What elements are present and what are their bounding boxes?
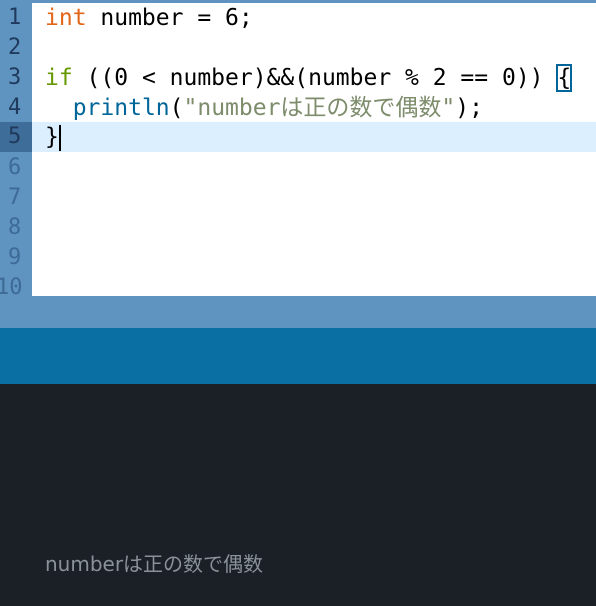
line-number: 8 bbox=[8, 215, 22, 240]
matched-brace: { bbox=[556, 64, 573, 92]
line-number: 2 bbox=[8, 35, 22, 60]
code-line-4[interactable]: println("numberは正の数で偶数"); bbox=[45, 93, 483, 123]
keyword: int bbox=[45, 5, 87, 31]
code-text: ((0 < number)&&(number % 2 == 0)) bbox=[72, 65, 558, 91]
console-output: numberは正の数で偶数 bbox=[45, 552, 264, 576]
console-panel: numberは正の数で偶数 bbox=[0, 384, 596, 606]
line-number: 6 bbox=[8, 155, 22, 180]
text-caret bbox=[58, 124, 61, 151]
line-number-gutter: 1 2 3 4 5 6 7 8 9 10 bbox=[0, 3, 32, 300]
code-editor[interactable]: 1 2 3 4 5 6 7 8 9 10 int number = 6; if … bbox=[0, 0, 596, 300]
line-number: 3 bbox=[8, 65, 22, 90]
code-text: ); bbox=[455, 95, 483, 121]
code-line-1[interactable]: int number = 6; bbox=[45, 3, 253, 33]
code-line-5[interactable]: } bbox=[45, 122, 61, 152]
line-number: 5 bbox=[8, 124, 22, 149]
function-name: println bbox=[72, 95, 170, 121]
keyword: if bbox=[45, 65, 73, 91]
code-text: number = 6; bbox=[86, 5, 253, 31]
string-literal: "numberは正の数で偶数" bbox=[183, 95, 456, 121]
code-text: ( bbox=[169, 95, 184, 121]
current-line-highlight bbox=[32, 122, 596, 152]
closing-brace: } bbox=[45, 124, 59, 150]
line-number: 7 bbox=[8, 185, 22, 210]
line-number: 4 bbox=[8, 95, 22, 120]
line-number: 9 bbox=[8, 245, 22, 270]
code-line-3[interactable]: if ((0 < number)&&(number % 2 == 0)) { bbox=[45, 63, 573, 93]
line-number: 1 bbox=[8, 5, 22, 30]
console-header-bar bbox=[0, 328, 596, 384]
editor-status-bar bbox=[0, 296, 596, 328]
